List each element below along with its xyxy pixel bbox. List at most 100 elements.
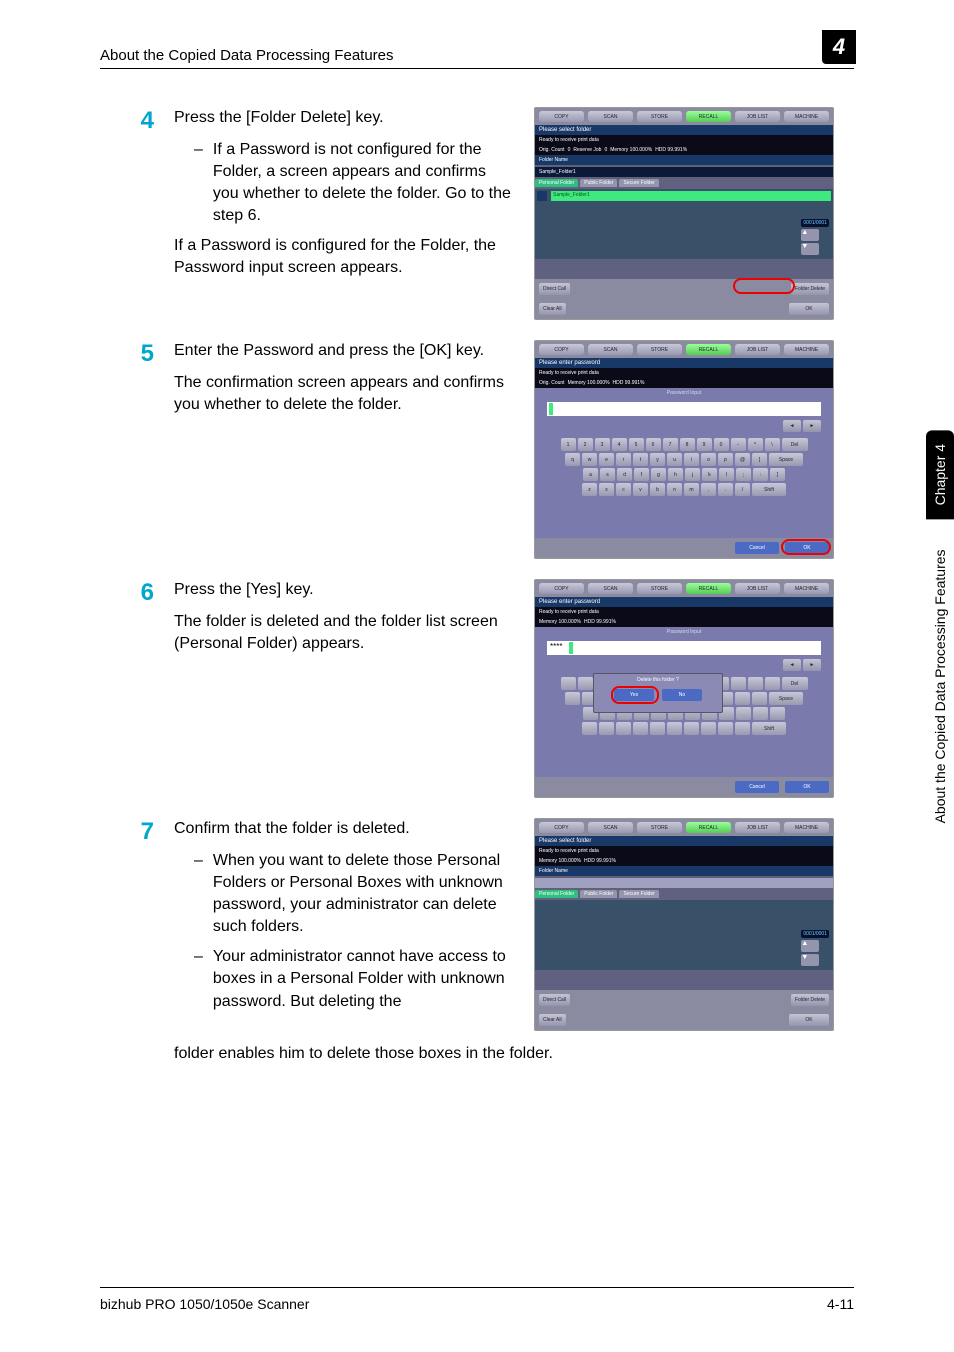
kb-key[interactable]: : <box>753 468 768 481</box>
kb-key[interactable]: t <box>633 453 648 466</box>
direct-call-button[interactable]: Direct Call <box>539 994 570 1006</box>
public-folder-tab[interactable]: Public Folder <box>580 890 617 898</box>
kb-key[interactable]: 6 <box>646 438 661 451</box>
kb-key[interactable]: 2 <box>578 438 593 451</box>
folder-delete-button[interactable]: Folder Delete <box>791 994 829 1006</box>
cursor-left-button[interactable]: ◄ <box>783 659 801 671</box>
public-folder-tab[interactable]: Public Folder <box>580 179 617 187</box>
kb-del[interactable]: Del <box>782 438 808 451</box>
secure-folder-tab[interactable]: Secure Folder <box>619 179 658 187</box>
kb-key[interactable]: \ <box>765 438 780 451</box>
step7-main: Confirm that the folder is deleted. <box>174 818 514 840</box>
kb-key[interactable]: n <box>667 483 682 496</box>
scroll-up-button[interactable]: ▲ <box>801 229 819 241</box>
kb-key[interactable]: h <box>668 468 683 481</box>
tab-joblist[interactable]: JOB LIST <box>735 111 780 122</box>
kb-key[interactable]: a <box>583 468 598 481</box>
ok-button[interactable]: OK <box>789 1014 829 1026</box>
kb-key[interactable]: x <box>599 483 614 496</box>
kb-key[interactable]: . <box>718 483 733 496</box>
kb-key[interactable]: k <box>702 468 717 481</box>
password-field[interactable] <box>547 402 821 416</box>
kb-key[interactable]: c <box>616 483 631 496</box>
kb-key[interactable]: [ <box>752 453 767 466</box>
cursor-right-button[interactable]: ► <box>803 420 821 432</box>
kb-key[interactable]: f <box>634 468 649 481</box>
personal-folder-tab[interactable]: Personal Folder <box>535 179 578 187</box>
step4-bullet: If a Password is not configured for the … <box>213 139 514 227</box>
cursor-right-button[interactable]: ► <box>803 659 821 671</box>
page-counter: 0001/0001 <box>801 930 829 938</box>
confirm-dialog: Delete this folder ? Yes No <box>593 673 723 713</box>
clear-all-button[interactable]: Clear All <box>539 1014 566 1026</box>
kb-key[interactable]: ; <box>736 468 751 481</box>
scroll-down-button[interactable]: ▼ <box>801 243 819 255</box>
kb-space[interactable]: Space <box>769 453 803 466</box>
kb-key[interactable]: v <box>633 483 648 496</box>
kb-key[interactable]: 8 <box>680 438 695 451</box>
kb-key[interactable]: 3 <box>595 438 610 451</box>
step-number: 4 <box>100 107 160 320</box>
kb-key[interactable]: p <box>718 453 733 466</box>
screenshot-folder-select: COPY SCAN STORE RECALL JOB LIST MACHINE … <box>534 107 834 320</box>
kb-key[interactable]: q <box>565 453 580 466</box>
kb-key[interactable]: i <box>684 453 699 466</box>
no-button[interactable]: No <box>662 689 702 701</box>
kb-key[interactable]: , <box>701 483 716 496</box>
kb-key[interactable]: z <box>582 483 597 496</box>
tab-copy[interactable]: COPY <box>539 111 584 122</box>
ready-text: Ready to receive print data <box>539 137 599 143</box>
ok-button[interactable]: OK <box>785 781 829 793</box>
scroll-down-button[interactable]: ▼ <box>801 954 819 966</box>
kb-key[interactable]: ] <box>770 468 785 481</box>
ok-button[interactable]: OK <box>789 303 829 315</box>
kb-key[interactable]: / <box>735 483 750 496</box>
kb-key[interactable]: w <box>582 453 597 466</box>
folder-delete-button[interactable]: Folder Delete <box>791 283 829 295</box>
kb-key[interactable]: 4 <box>612 438 627 451</box>
cursor-left-button[interactable]: ◄ <box>783 420 801 432</box>
secure-folder-tab[interactable]: Secure Folder <box>619 890 658 898</box>
tab-scan[interactable]: SCAN <box>588 111 633 122</box>
kb-key[interactable]: o <box>701 453 716 466</box>
kb-key[interactable]: ^ <box>748 438 763 451</box>
kb-key[interactable]: 9 <box>697 438 712 451</box>
kb-key[interactable]: 0 <box>714 438 729 451</box>
footer-page: 4-11 <box>827 1296 854 1312</box>
step-number: 7 <box>100 818 160 1031</box>
kb-key[interactable]: j <box>685 468 700 481</box>
footer-product: bizhub PRO 1050/1050e Scanner <box>100 1296 309 1312</box>
tab-machine[interactable]: MACHINE <box>784 111 829 122</box>
password-mask: **** <box>550 642 562 651</box>
direct-call-button[interactable]: Direct Call <box>539 283 570 295</box>
password-input-label: Password Input <box>535 388 833 398</box>
folder-list-item[interactable]: Sample_Folder1 <box>551 191 831 201</box>
scroll-up-button[interactable]: ▲ <box>801 940 819 952</box>
tab-store[interactable]: STORE <box>637 111 682 122</box>
password-field[interactable]: **** <box>547 641 821 655</box>
kb-key[interactable]: 5 <box>629 438 644 451</box>
tab-recall[interactable]: RECALL <box>686 111 731 122</box>
personal-folder-tab[interactable]: Personal Folder <box>535 890 578 898</box>
step-number: 6 <box>100 579 160 798</box>
header-title: About the Copied Data Processing Feature… <box>100 47 394 64</box>
kb-key[interactable]: y <box>650 453 665 466</box>
kb-shift[interactable]: Shift <box>752 483 786 496</box>
clear-all-button[interactable]: Clear All <box>539 303 566 315</box>
kb-key[interactable]: s <box>600 468 615 481</box>
kb-key[interactable]: @ <box>735 453 750 466</box>
kb-key[interactable]: r <box>616 453 631 466</box>
kb-key[interactable]: m <box>684 483 699 496</box>
kb-key[interactable]: u <box>667 453 682 466</box>
kb-key[interactable]: 1 <box>561 438 576 451</box>
cancel-button[interactable]: Cancel <box>735 542 779 554</box>
kb-key[interactable]: - <box>731 438 746 451</box>
cancel-button[interactable]: Cancel <box>735 781 779 793</box>
kb-key[interactable]: d <box>617 468 632 481</box>
kb-key[interactable]: l <box>719 468 734 481</box>
kb-key[interactable]: e <box>599 453 614 466</box>
kb-key[interactable]: 7 <box>663 438 678 451</box>
kb-key[interactable]: b <box>650 483 665 496</box>
screen-title: Please enter password <box>535 358 833 368</box>
kb-key[interactable]: g <box>651 468 666 481</box>
